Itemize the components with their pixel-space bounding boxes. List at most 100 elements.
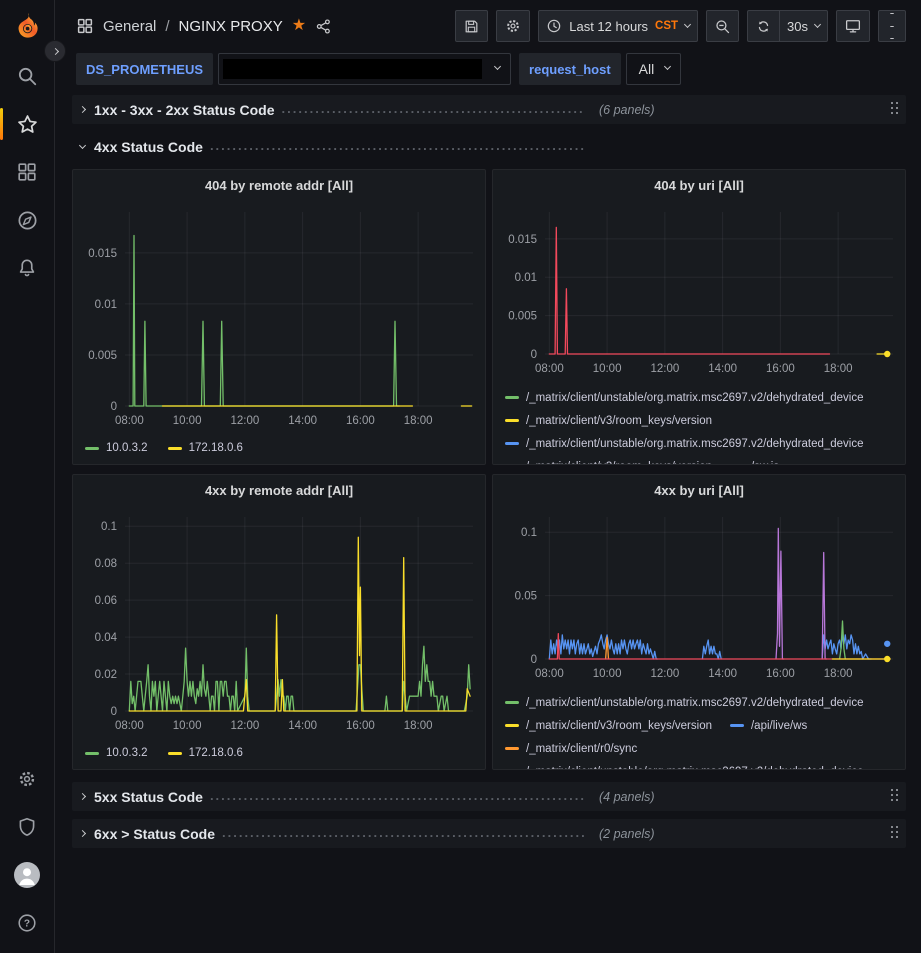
svg-text:10:00: 10:00 xyxy=(173,415,202,427)
row-header-4xx[interactable]: 4xx Status Code ........................… xyxy=(72,134,906,159)
legend-series-label: /_matrix/client/v3/room_keys/version xyxy=(526,461,712,465)
svg-text:0.005: 0.005 xyxy=(508,311,537,323)
row-title: 1xx - 3xx - 2xx Status Code xyxy=(94,102,275,118)
sidebar-item-search[interactable] xyxy=(0,62,55,90)
row-drag-handle[interactable] xyxy=(891,826,899,840)
legend-item[interactable]: 172.18.0.6 xyxy=(168,437,243,460)
bell-icon xyxy=(16,257,38,279)
chevron-down-icon xyxy=(494,63,501,70)
dotted-leader: ........................................… xyxy=(222,828,585,840)
panel-title[interactable]: 4xx by remote addr [All] xyxy=(73,475,485,505)
sidebar-expand-button[interactable] xyxy=(44,40,66,62)
row-panel-count: (2 panels) xyxy=(599,827,655,841)
sidebar-item-explore[interactable] xyxy=(0,206,55,234)
svg-text:0: 0 xyxy=(111,401,117,413)
svg-text:0: 0 xyxy=(531,654,537,666)
svg-text:12:00: 12:00 xyxy=(230,415,259,427)
legend-series-label: /_matrix/client/unstable/org.matrix.msc2… xyxy=(526,438,864,450)
legend-item[interactable]: /sw.js xyxy=(730,455,779,464)
legend-item[interactable]: /_matrix/client/unstable/org.matrix.msc2… xyxy=(505,691,864,714)
row-drag-handle[interactable] xyxy=(891,789,899,803)
breadcrumb-dashboard-title[interactable]: NGINX PROXY xyxy=(179,18,283,35)
svg-text:0.01: 0.01 xyxy=(95,299,117,311)
svg-text:0.05: 0.05 xyxy=(515,591,537,603)
svg-text:16:00: 16:00 xyxy=(766,668,795,680)
share-icon[interactable] xyxy=(315,18,332,35)
time-range-picker[interactable]: Last 12 hours CST xyxy=(538,10,698,42)
request-host-value-dropdown[interactable]: All xyxy=(626,53,682,85)
sidebar-item-server-admin[interactable] xyxy=(0,813,55,841)
sidebar-item-alerting[interactable] xyxy=(0,254,55,282)
breadcrumb-folder[interactable]: General xyxy=(103,18,156,35)
legend-item[interactable]: /api/live/ws xyxy=(730,714,807,737)
svg-text:14:00: 14:00 xyxy=(708,363,737,375)
legend-item[interactable]: 172.18.0.6 xyxy=(168,742,243,765)
ds-prometheus-value-dropdown[interactable] xyxy=(218,53,511,85)
grafana-logo-icon xyxy=(11,11,43,43)
sidebar-item-help[interactable]: ? xyxy=(0,909,55,937)
main-area: General / NGINX PROXY ★ xyxy=(55,0,921,953)
panel-title[interactable]: 404 by remote addr [All] xyxy=(73,170,485,200)
request-host-label: request_host xyxy=(519,53,621,85)
legend-series-label: /_matrix/client/unstable/org.matrix.msc2… xyxy=(526,766,864,770)
time-series-chart[interactable]: 08:0010:0012:0014:0016:0018:0000.020.040… xyxy=(73,505,485,739)
dashboard-settings-button[interactable] xyxy=(496,10,530,42)
legend-series-label: /api/live/ws xyxy=(751,720,807,732)
dashboard-content: 1xx - 3xx - 2xx Status Code ............… xyxy=(55,88,921,953)
svg-text:0.005: 0.005 xyxy=(88,350,117,362)
grafana-app: ? General / NGINX PROXY ★ xyxy=(0,0,921,953)
row-header-6xx[interactable]: 6xx > Status Code ......................… xyxy=(72,819,906,848)
svg-text:0.015: 0.015 xyxy=(508,234,537,246)
svg-text:18:00: 18:00 xyxy=(404,720,433,732)
time-series-chart[interactable]: 08:0010:0012:0014:0016:0018:0000.0050.01… xyxy=(73,200,485,434)
sidebar-item-dashboards[interactable] xyxy=(0,158,55,186)
panel-4xx-by-remote-addr: 4xx by remote addr [All] 08:0010:0012:00… xyxy=(72,474,486,770)
legend-series-swatch xyxy=(168,752,182,755)
time-series-chart[interactable]: 08:0010:0012:0014:0016:0018:0000.050.1 xyxy=(493,505,905,687)
legend-item[interactable]: /_matrix/client/unstable/org.matrix.msc2… xyxy=(505,386,864,409)
legend-item[interactable]: /_matrix/client/v3/room_keys/version xyxy=(505,455,712,464)
favorite-star-icon[interactable]: ★ xyxy=(292,18,306,34)
panel-title[interactable]: 4xx by uri [All] xyxy=(493,475,905,505)
panel-title[interactable]: 404 by uri [All] xyxy=(493,170,905,200)
refresh-interval-dropdown[interactable]: 30s xyxy=(779,10,828,42)
row-panel-count: (6 panels) xyxy=(599,103,655,117)
legend-item[interactable]: /_matrix/client/unstable/org.matrix.msc2… xyxy=(505,432,864,455)
legend-series-swatch xyxy=(505,442,519,445)
legend-item[interactable]: /_matrix/client/v3/room_keys/version xyxy=(505,409,712,432)
sidebar-item-starred[interactable] xyxy=(0,110,55,138)
legend-item[interactable]: /_matrix/client/v3/room_keys/version xyxy=(505,714,712,737)
time-range-label: Last 12 hours xyxy=(569,19,648,34)
svg-text:10:00: 10:00 xyxy=(173,720,202,732)
row-header-5xx[interactable]: 5xx Status Code ........................… xyxy=(72,782,906,811)
row-drag-handle[interactable] xyxy=(891,102,899,116)
svg-text:0.06: 0.06 xyxy=(95,595,117,607)
kebab-dot xyxy=(890,13,894,14)
breadcrumb: General / NGINX PROXY ★ xyxy=(76,17,332,35)
legend-item[interactable]: /_matrix/client/unstable/org.matrix.msc2… xyxy=(505,760,864,769)
svg-text:0: 0 xyxy=(111,706,117,718)
legend-series-label: /_matrix/client/v3/room_keys/version xyxy=(526,415,712,427)
tv-mode-button[interactable] xyxy=(836,10,870,42)
legend-series-swatch xyxy=(505,701,519,704)
svg-text:08:00: 08:00 xyxy=(115,720,144,732)
sidebar-item-configuration[interactable] xyxy=(0,765,55,793)
clock-icon xyxy=(546,18,562,34)
chevron-down-icon xyxy=(814,21,821,28)
row-header-1xx-3xx-2xx[interactable]: 1xx - 3xx - 2xx Status Code ............… xyxy=(72,95,906,124)
svg-text:14:00: 14:00 xyxy=(288,415,317,427)
more-options-kebab-button[interactable] xyxy=(878,10,906,42)
refresh-button[interactable] xyxy=(747,10,779,42)
panel-404-by-uri: 404 by uri [All] 08:0010:0012:0014:0016:… xyxy=(492,169,906,465)
legend-series-label: /_matrix/client/v3/room_keys/version xyxy=(526,720,712,732)
time-series-chart[interactable]: 08:0010:0012:0014:0016:0018:0000.0050.01… xyxy=(493,200,905,382)
grafana-logo[interactable] xyxy=(0,10,55,44)
legend-item[interactable]: /_matrix/client/r0/sync xyxy=(505,737,637,760)
search-icon xyxy=(16,65,38,87)
apps-grid-icon xyxy=(76,17,94,35)
legend-item[interactable]: 10.0.3.2 xyxy=(85,437,148,460)
legend-item[interactable]: 10.0.3.2 xyxy=(85,742,148,765)
sidebar-item-profile[interactable] xyxy=(0,861,55,889)
save-dashboard-button[interactable] xyxy=(455,10,488,42)
zoom-out-time-button[interactable] xyxy=(706,10,739,42)
